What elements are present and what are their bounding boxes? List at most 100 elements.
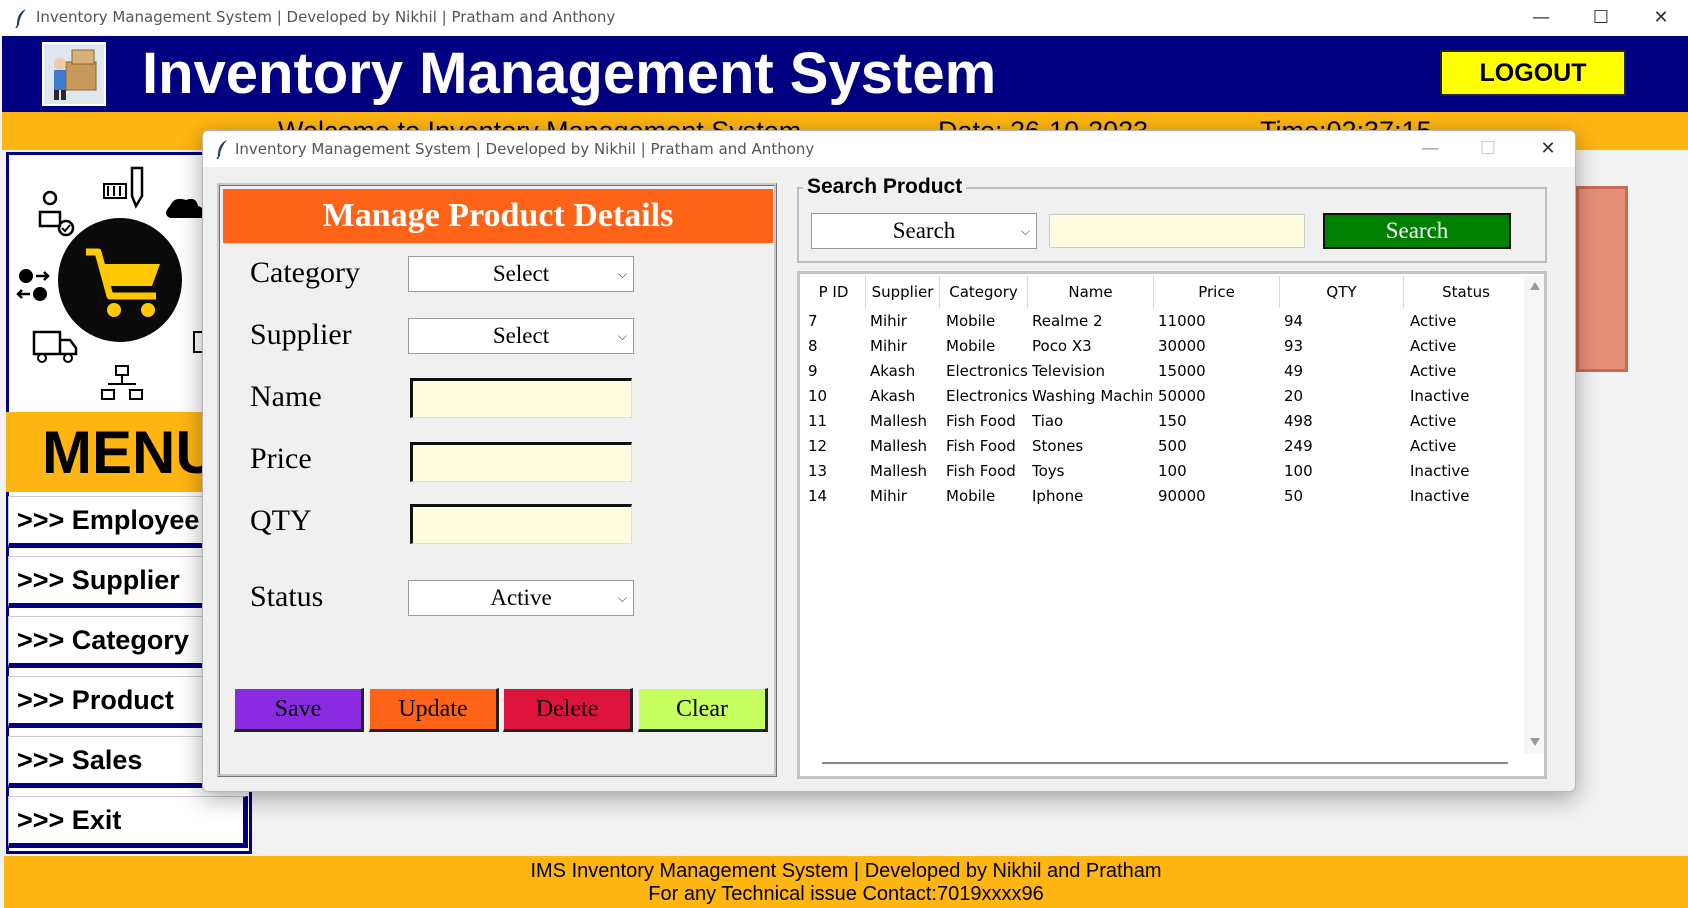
cell-category: Fish Food [946,462,1016,480]
search-input[interactable] [1049,214,1305,248]
dialog-maximize-button[interactable]: ☐ [1473,135,1503,163]
cell-name: Tiao [1032,412,1064,430]
column-header-supplier[interactable]: Supplier [866,276,940,308]
product-table: P ID Supplier Category Name Price QTY St… [797,271,1547,779]
cell-category: Electronics [946,362,1028,380]
dialog-close-button[interactable]: ✕ [1533,135,1563,163]
table-row[interactable]: 14 Mihir Mobile Iphone 90000 50 Inactive [802,487,1524,512]
save-button[interactable]: Save [234,688,364,732]
clear-button[interactable]: Clear [638,688,768,732]
cell-pid: 14 [808,487,828,505]
cell-supplier: Akash [870,387,916,405]
cell-qty: 94 [1284,312,1304,330]
maximize-button[interactable]: ☐ [1586,4,1616,32]
name-input[interactable] [410,378,632,418]
close-button[interactable]: ✕ [1646,4,1676,32]
cell-qty: 50 [1284,487,1304,505]
cell-name: Television [1032,362,1105,380]
scroll-up-icon[interactable] [1530,282,1540,290]
price-input[interactable] [410,442,632,482]
qty-input[interactable] [410,504,632,544]
background-panel [1576,186,1628,372]
table-row[interactable]: 9 Akash Electronics Television 15000 49 Active [802,362,1524,387]
vertical-scrollbar[interactable] [1524,276,1544,754]
search-by-select[interactable]: Search ⌵ [811,213,1037,249]
cell-category: Mobile [946,487,996,505]
column-header-category[interactable]: Category [940,276,1028,308]
column-header-price[interactable]: Price [1154,276,1280,308]
cell-price: 11000 [1158,312,1206,330]
table-row[interactable]: 10 Akash Electronics Washing Machine 50000 20… [802,387,1524,412]
cell-name: Washing Machine [1032,387,1152,405]
column-header-qty[interactable]: QTY [1280,276,1404,308]
dialog-minimize-button[interactable]: — [1415,135,1445,163]
cell-status: Active [1410,437,1457,455]
cell-qty: 93 [1284,337,1304,355]
supplier-select-value: Select [492,323,550,348]
cell-price: 100 [1158,462,1187,480]
inventory-box-icon [42,42,106,106]
cell-category: Fish Food [946,412,1016,430]
cell-pid: 10 [808,387,828,405]
cell-price: 30000 [1158,337,1206,355]
logout-button[interactable]: LOGOUT [1440,50,1626,96]
cell-pid: 7 [808,312,818,330]
menu-exit-button[interactable]: >>> Exit [8,796,248,848]
scroll-thumb[interactable] [822,762,1508,764]
cell-name: Poco X3 [1032,337,1092,355]
status-select-value: Active [490,585,552,610]
cell-pid: 12 [808,437,828,455]
table-row[interactable]: 11 Mallesh Fish Food Tiao 150 498 Active [802,412,1524,437]
cell-supplier: Mallesh [870,412,928,430]
product-form-panel: Manage Product Details Category Select ⌵… [217,183,777,777]
cell-name: Toys [1032,462,1065,480]
footer-line-1: IMS Inventory Management System | Develo… [530,860,1162,882]
minimize-button[interactable]: — [1526,4,1556,32]
product-dialog: Inventory Management System | Developed … [202,130,1576,792]
cell-supplier: Mallesh [870,462,928,480]
chevron-down-icon: ⌵ [617,267,627,281]
cell-price: 15000 [1158,362,1206,380]
name-label: Name [250,380,322,413]
scroll-down-icon[interactable] [1530,738,1540,746]
column-header-pid[interactable]: P ID [802,276,866,308]
delete-button[interactable]: Delete [503,688,633,732]
horizontal-scrollbar[interactable] [802,752,1524,774]
cell-pid: 13 [808,462,828,480]
table-row[interactable]: 12 Mallesh Fish Food Stones 500 249 Active [802,437,1524,462]
cell-qty: 498 [1284,412,1313,430]
chevron-down-icon: ⌵ [617,591,627,605]
shopping-cart-icon [10,156,207,412]
chevron-down-icon: ⌵ [617,329,627,343]
column-header-name[interactable]: Name [1028,276,1154,308]
cell-qty: 100 [1284,462,1313,480]
cell-supplier: Mihir [870,487,907,505]
table-row[interactable]: 8 Mihir Mobile Poco X3 30000 93 Active [802,337,1524,362]
category-select[interactable]: Select ⌵ [408,256,634,292]
column-header-status[interactable]: Status [1404,276,1524,308]
price-label: Price [250,442,312,475]
cell-category: Mobile [946,337,996,355]
cell-qty: 49 [1284,362,1304,380]
supplier-select[interactable]: Select ⌵ [408,318,634,354]
cell-pid: 8 [808,337,818,355]
update-button[interactable]: Update [369,688,499,732]
table-row[interactable]: 13 Mallesh Fish Food Toys 100 100 Inactive [802,462,1524,487]
cell-status: Inactive [1410,462,1470,480]
cell-price: 500 [1158,437,1187,455]
cell-status: Inactive [1410,487,1470,505]
table-row[interactable]: 7 Mihir Mobile Realme 2 11000 94 Active [802,312,1524,337]
cell-status: Active [1410,312,1457,330]
status-select[interactable]: Active ⌵ [408,580,634,616]
window-title: Inventory Management System | Developed … [36,8,616,26]
footer: IMS Inventory Management System | Develo… [4,856,1688,908]
cell-price: 150 [1158,412,1187,430]
qty-label: QTY [250,504,312,537]
cell-category: Electronics [946,387,1028,405]
cell-status: Active [1410,362,1457,380]
cell-pid: 9 [808,362,818,380]
cell-supplier: Mihir [870,312,907,330]
search-by-value: Search [892,218,956,243]
search-button[interactable]: Search [1323,213,1511,249]
cell-pid: 11 [808,412,828,430]
